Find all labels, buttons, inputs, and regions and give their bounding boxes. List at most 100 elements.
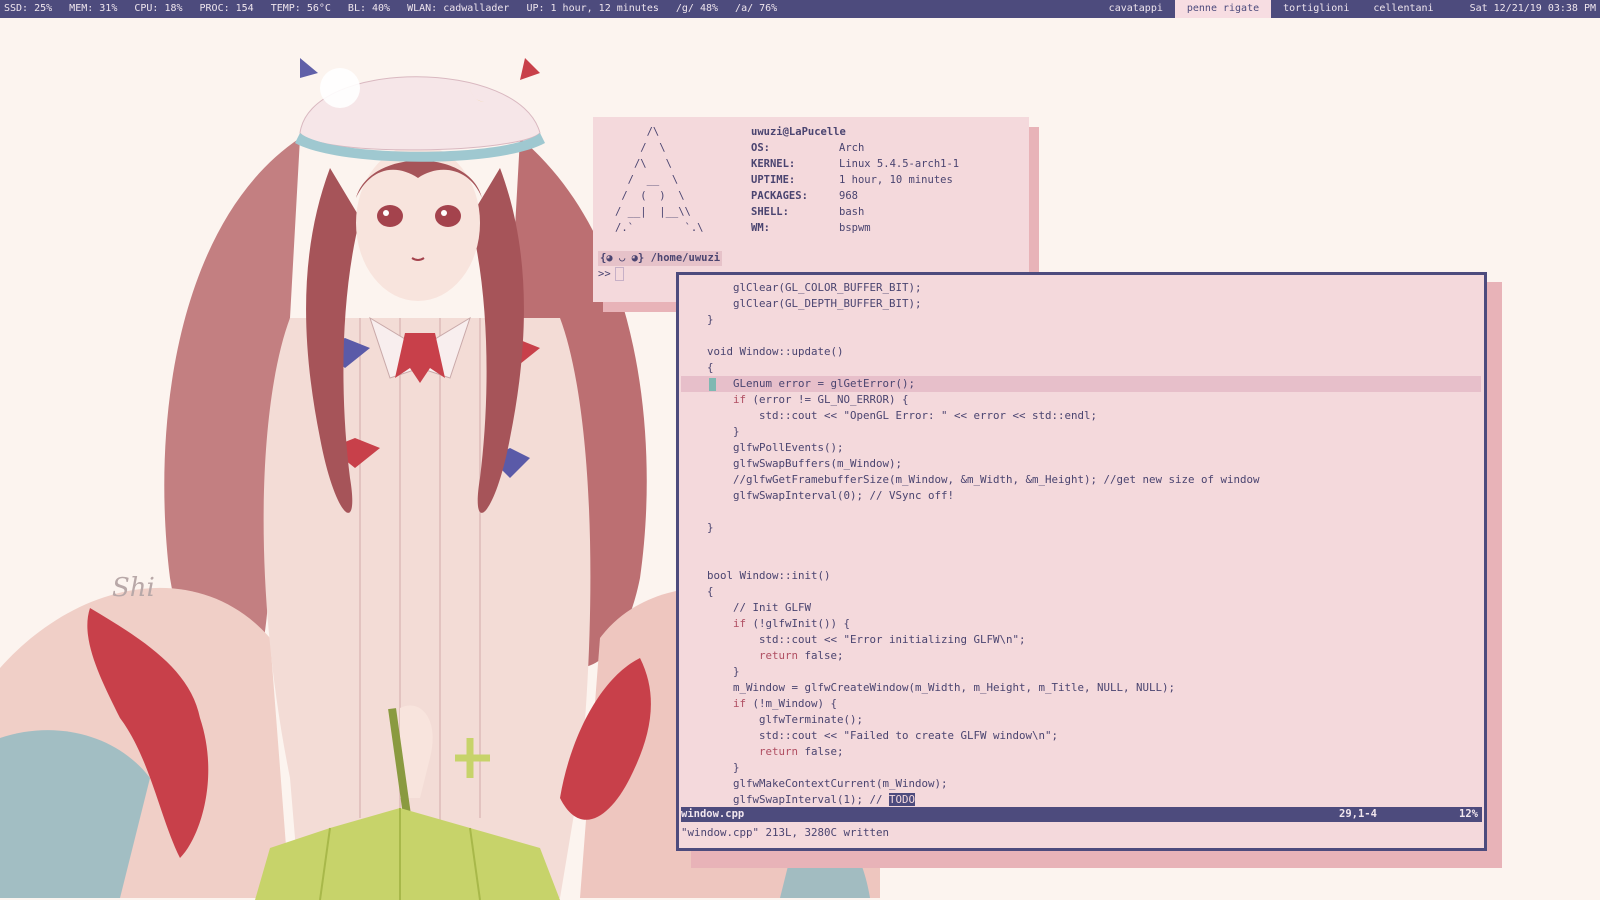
info-key: UPTIME:: [751, 174, 796, 186]
code-line[interactable]: std::cout << "Error initializing GLFW\n"…: [681, 632, 1481, 648]
code-line[interactable]: return false;: [681, 744, 1481, 760]
system-stat: PROC: 154: [199, 3, 254, 14]
system-stats: SSD: 25% MEM: 31% CPU: 18% PROC: 154 TEMP: 5…: [0, 0, 794, 18]
code-line[interactable]: // Init GLFW: [681, 600, 1481, 616]
workspace-list: cavatappi penne rigate tortiglioni cellenta…: [1097, 0, 1446, 18]
workspace-tab[interactable]: cellentani: [1361, 0, 1445, 18]
code-line[interactable]: }: [681, 760, 1481, 776]
terminal-cursor: [614, 267, 624, 281]
info-key: SHELL:: [751, 206, 789, 218]
code-line[interactable]: glfwSwapInterval(1); // TODO: [681, 792, 1481, 808]
system-stat: BL: 40%: [347, 3, 391, 14]
workspace-tab[interactable]: cavatappi: [1097, 0, 1175, 18]
info-row: PACKAGES: 968: [751, 188, 959, 204]
editor-cursor: [709, 378, 716, 391]
distro-logo: /\ / \ /\ \ / __ \ / ( ) \ / __| |__\\ /…: [615, 126, 704, 234]
code-line[interactable]: [681, 504, 1481, 520]
code-line[interactable]: glfwMakeContextCurrent(m_Window);: [681, 776, 1481, 792]
code-editor-window[interactable]: glClear(GL_COLOR_BUFFER_BIT); glClear(GL…: [676, 272, 1487, 851]
system-stat: MEM: 31%: [69, 3, 118, 14]
code-line[interactable]: if (!m_Window) {: [681, 696, 1481, 712]
code-line[interactable]: void Window::update(): [681, 344, 1481, 360]
code-line[interactable]: glfwPollEvents();: [681, 440, 1481, 456]
clock: Sat 12/21/19 03:38 PM: [1469, 3, 1596, 14]
code-text: return false;: [759, 649, 844, 662]
code-text: glfwMakeContextCurrent(m_Window);: [681, 777, 948, 790]
code-text: glfwTerminate();: [681, 713, 864, 726]
code-line[interactable]: if (error != GL_NO_ERROR) {: [681, 392, 1481, 408]
status-scroll-percent: 12%: [1459, 808, 1478, 820]
code-text: std::cout << "Error initializing GLFW\n"…: [681, 633, 1026, 646]
code-line[interactable]: }: [681, 520, 1481, 536]
code-text: glfwSwapBuffers(m_Window);: [681, 457, 903, 470]
status-cursor-position: 29,1-4: [1339, 808, 1377, 820]
code-line[interactable]: }: [681, 664, 1481, 680]
code-line-current[interactable]: GLenum error = glGetError();: [681, 376, 1481, 392]
code-line[interactable]: std::cout << "Failed to create GLFW wind…: [681, 728, 1481, 744]
code-line[interactable]: glfwSwapBuffers(m_Window);: [681, 456, 1481, 472]
code-text: return false;: [759, 745, 844, 758]
code-line[interactable]: bool Window::init(): [681, 568, 1481, 584]
code-text: if (!glfwInit()) {: [733, 617, 851, 630]
code-text: }: [681, 425, 740, 438]
editor-message-line: "window.cpp" 213L, 3280C written: [681, 826, 890, 839]
code-line[interactable]: glfwTerminate();: [681, 712, 1481, 728]
keyword: return: [759, 649, 799, 662]
keyword: if: [733, 617, 747, 630]
code-text: {: [681, 361, 714, 374]
system-stat: /a/ 76%: [735, 3, 778, 14]
code-line[interactable]: [681, 536, 1481, 552]
info-value: bspwm: [839, 222, 871, 234]
code-line[interactable]: [681, 552, 1481, 568]
keyword: if: [733, 393, 747, 406]
code-text: if (!m_Window) {: [733, 697, 838, 710]
system-stat: SSD: 25%: [4, 3, 53, 14]
code-line[interactable]: glfwSwapInterval(0); // VSync off!: [681, 488, 1481, 504]
code-text: glfwPollEvents();: [681, 441, 844, 454]
status-filename: window.cpp: [681, 808, 745, 820]
info-key: OS:: [751, 142, 770, 154]
code-text: std::cout << "Failed to create GLFW wind…: [681, 729, 1059, 742]
prompt-symbol: >>: [598, 268, 611, 280]
info-value: Linux 5.4.5-arch1-1: [839, 158, 960, 170]
code-line[interactable]: {: [681, 360, 1481, 376]
workspace-tab[interactable]: tortiglioni: [1271, 0, 1361, 18]
prompt-input-line[interactable]: >>: [598, 267, 624, 282]
info-row: KERNEL: Linux 5.4.5-arch1-1: [751, 156, 959, 172]
code-line[interactable]: glClear(GL_DEPTH_BUFFER_BIT);: [681, 296, 1481, 312]
info-key: PACKAGES:: [751, 190, 808, 202]
keyword: return: [759, 745, 799, 758]
code-line[interactable]: return false;: [681, 648, 1481, 664]
info-row: UPTIME: 1 hour, 10 minutes: [751, 172, 959, 188]
code-text: std::cout << "OpenGL Error: " << error <…: [681, 409, 1098, 422]
code-line[interactable]: m_Window = glfwCreateWindow(m_Width, m_H…: [681, 680, 1481, 696]
code-text: glfwSwapInterval(1); //: [681, 793, 890, 806]
info-key: KERNEL:: [751, 158, 796, 170]
code-text: if (error != GL_NO_ERROR) {: [733, 393, 909, 406]
code-text: }: [681, 761, 740, 774]
code-text: void Window::update(): [681, 345, 844, 358]
status-bar: SSD: 25% MEM: 31% CPU: 18% PROC: 154 TEMP: 5…: [0, 0, 1600, 18]
code-text: {: [681, 585, 714, 598]
code-line[interactable]: std::cout << "OpenGL Error: " << error <…: [681, 408, 1481, 424]
workspace-tab[interactable]: penne rigate: [1174, 0, 1272, 18]
code-text: GLenum error = glGetError();: [681, 377, 916, 390]
code-line[interactable]: glClear(GL_COLOR_BUFFER_BIT);: [681, 280, 1481, 296]
code-line[interactable]: [681, 328, 1481, 344]
code-line[interactable]: {: [681, 584, 1481, 600]
code-line[interactable]: }: [681, 424, 1481, 440]
system-stat: TEMP: 56°C: [270, 3, 331, 14]
code-text: m_Window = glfwCreateWindow(m_Width, m_H…: [681, 681, 1176, 694]
code-line[interactable]: }: [681, 312, 1481, 328]
system-stat: UP: 1 hour, 12 minutes: [526, 3, 659, 14]
code-text: }: [681, 313, 714, 326]
system-stat: /g/ 48%: [675, 3, 719, 14]
info-row: OS: Arch: [751, 140, 959, 156]
artist-signature: Shi: [112, 573, 155, 603]
code-text: }: [681, 521, 714, 534]
code-line[interactable]: if (!glfwInit()) {: [681, 616, 1481, 632]
info-value: Arch: [839, 142, 865, 154]
code-buffer[interactable]: glClear(GL_COLOR_BUFFER_BIT); glClear(GL…: [681, 280, 1481, 808]
code-line[interactable]: //glfwGetFramebufferSize(m_Window, &m_Wi…: [681, 472, 1481, 488]
info-row: SHELL: bash: [751, 204, 959, 220]
